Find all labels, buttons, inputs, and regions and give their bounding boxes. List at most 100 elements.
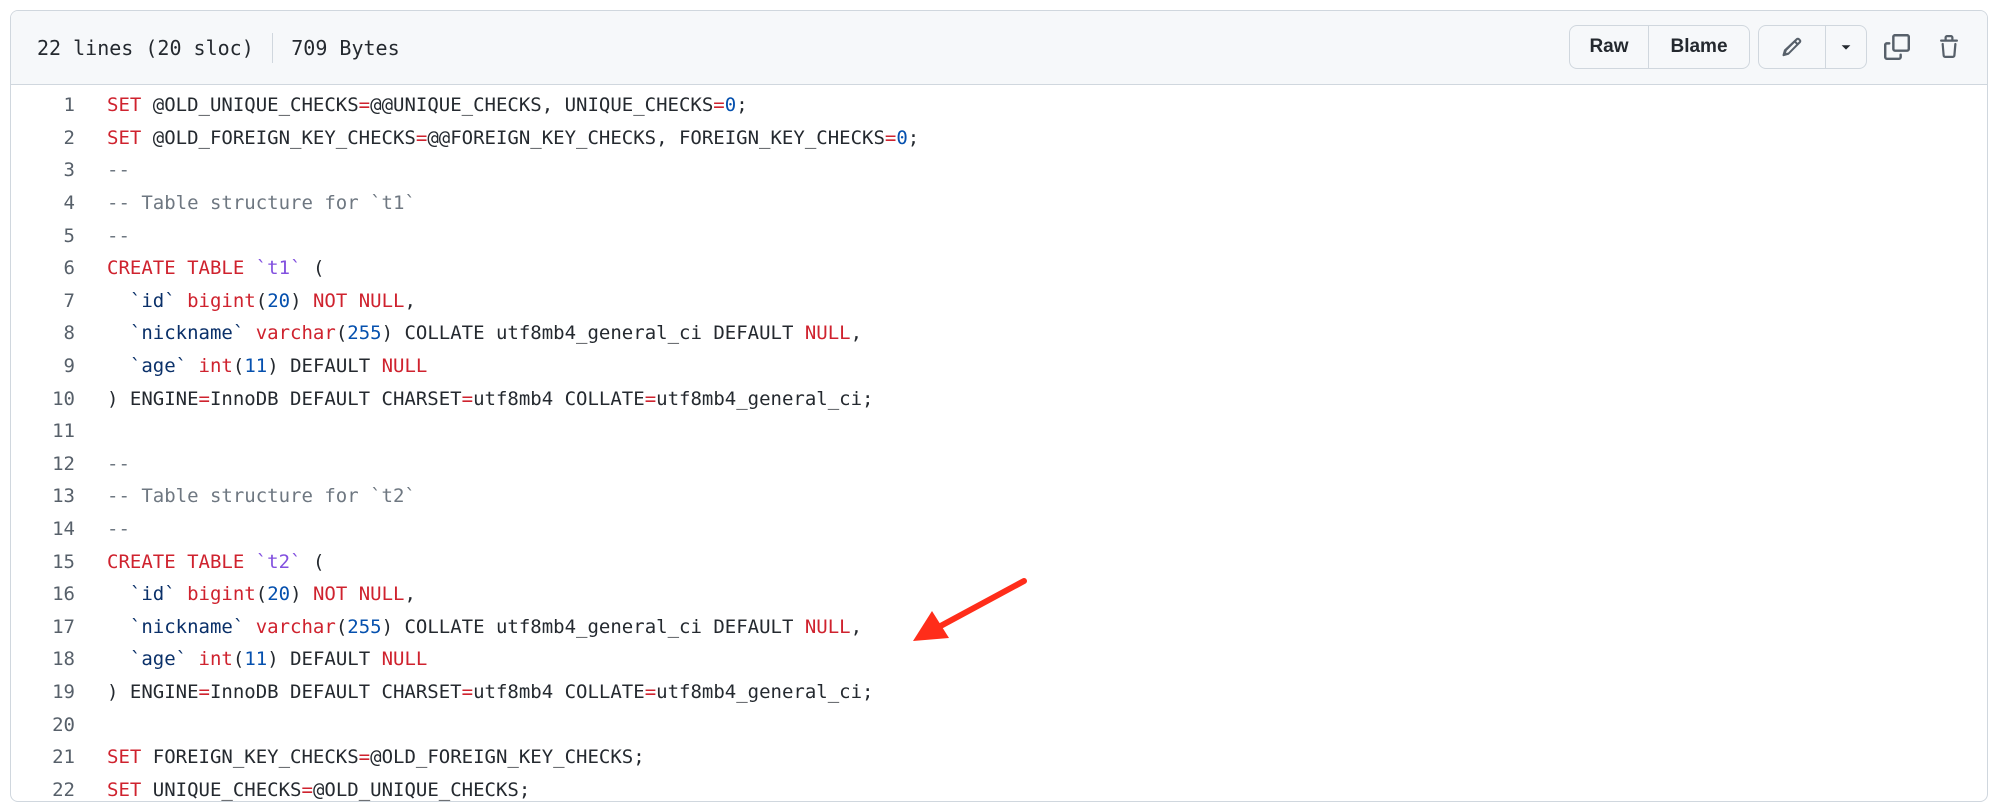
code-line: 2 SET @OLD_FOREIGN_KEY_CHECKS=@@FOREIGN_K…	[11, 122, 1987, 155]
code-text: SET @OLD_UNIQUE_CHECKS=@@UNIQUE_CHECKS, …	[107, 94, 748, 116]
code-token: (	[335, 322, 348, 345]
code-token: =	[358, 94, 371, 117]
code-line: 1 SET @OLD_UNIQUE_CHECKS=@@UNIQUE_CHECKS,…	[11, 89, 1987, 122]
code-token: )	[290, 583, 313, 606]
code-token: -- Table structure for `t2`	[107, 485, 416, 508]
code-text: `age` int(11) DEFAULT NULL	[107, 355, 427, 377]
code-token: CREATE TABLE	[107, 257, 245, 280]
code-token: bigint	[187, 583, 256, 606]
code-token: utf8mb4_general_ci;	[656, 387, 874, 410]
trash-icon	[1940, 35, 1958, 58]
code-text: ) ENGINE=InnoDB DEFAULT CHARSET=utf8mb4 …	[107, 681, 873, 703]
line-number[interactable]: 9	[11, 355, 75, 377]
code-line: 3 --	[11, 154, 1987, 187]
code-token: utf8mb4 COLLATE	[473, 680, 645, 703]
code-token: ;	[736, 94, 748, 117]
line-number[interactable]: 6	[11, 257, 75, 279]
code-line: 14 --	[11, 513, 1987, 546]
code-text: SET @OLD_FOREIGN_KEY_CHECKS=@@FOREIGN_KE…	[107, 127, 919, 149]
code-line: 11	[11, 415, 1987, 448]
line-number[interactable]: 8	[11, 322, 75, 344]
code-token: bigint	[187, 289, 256, 312]
code-token: utf8mb4_general_ci;	[656, 680, 874, 703]
code-token: (	[232, 648, 245, 671]
code-token: -- Table structure for `t1`	[107, 192, 416, 215]
line-number[interactable]: 3	[11, 159, 75, 181]
code-token: ,	[404, 583, 416, 606]
line-number[interactable]: 11	[11, 420, 75, 442]
code-text: `age` int(11) DEFAULT NULL	[107, 648, 427, 670]
code-token: ) DEFAULT	[267, 648, 382, 671]
code-token: `id`	[129, 289, 176, 312]
line-number[interactable]: 15	[11, 551, 75, 573]
code-token: `id`	[129, 583, 176, 606]
code-token: 11	[244, 648, 268, 671]
code-text: `id` bigint(20) NOT NULL,	[107, 583, 416, 605]
code-token: --	[107, 452, 130, 475]
code-text: --	[107, 518, 130, 540]
code-text: CREATE TABLE `t1` (	[107, 257, 324, 279]
line-number[interactable]: 18	[11, 648, 75, 670]
code-token: @OLD_FOREIGN_KEY_CHECKS	[141, 126, 416, 149]
code-token: SET	[107, 778, 142, 801]
code-text: `nickname` varchar(255) COLLATE utf8mb4_…	[107, 616, 862, 638]
code-token: FOREIGN_KEY_CHECKS	[141, 746, 359, 769]
code-text: --	[107, 225, 130, 247]
code-text: -- Table structure for `t2`	[107, 485, 416, 507]
code-text: --	[107, 453, 130, 475]
code-token: int	[198, 648, 233, 671]
raw-button[interactable]: Raw	[1570, 26, 1648, 68]
line-number[interactable]: 19	[11, 681, 75, 703]
code-token: NULL	[381, 355, 428, 378]
line-number[interactable]: 16	[11, 583, 75, 605]
code-token: =	[198, 680, 210, 703]
code-token: 255	[347, 322, 382, 345]
edit-dropdown-button[interactable]	[1825, 26, 1866, 68]
code-line: 20	[11, 708, 1987, 741]
code-token: ,	[850, 615, 863, 638]
code-token: UNIQUE_CHECKS	[141, 778, 302, 801]
line-number[interactable]: 5	[11, 225, 75, 247]
blame-button[interactable]: Blame	[1648, 26, 1749, 68]
code-token: =	[198, 387, 210, 410]
edit-file-button[interactable]	[1759, 26, 1825, 68]
line-number[interactable]: 13	[11, 485, 75, 507]
line-number[interactable]: 1	[11, 94, 75, 116]
code-line: 19) ENGINE=InnoDB DEFAULT CHARSET=utf8mb…	[11, 676, 1987, 709]
code-token: ,	[404, 289, 416, 312]
code-token: ) ENGINE	[107, 680, 199, 703]
code-token: `nickname`	[129, 322, 245, 345]
line-number[interactable]: 2	[11, 127, 75, 149]
line-number[interactable]: 22	[11, 779, 75, 801]
code-token: 0	[724, 94, 737, 117]
code-token: ) COLLATE utf8mb4_general_ci DEFAULT	[381, 615, 805, 638]
line-number[interactable]: 7	[11, 290, 75, 312]
code-token: InnoDB DEFAULT CHARSET	[209, 680, 462, 703]
code-line: 22 SET UNIQUE_CHECKS=@OLD_UNIQUE_CHECKS;	[11, 773, 1987, 801]
code-token: =	[358, 746, 371, 769]
copy-button[interactable]	[1875, 25, 1919, 69]
line-number[interactable]: 20	[11, 714, 75, 736]
line-number[interactable]: 10	[11, 388, 75, 410]
code-token: @@FOREIGN_KEY_CHECKS, FOREIGN_KEY_CHECKS	[427, 126, 885, 149]
code-token: @OLD_UNIQUE_CHECKS;	[312, 778, 531, 801]
line-number[interactable]: 12	[11, 453, 75, 475]
edit-button-group	[1758, 25, 1867, 69]
line-number[interactable]: 4	[11, 192, 75, 214]
code-token: 255	[347, 615, 382, 638]
line-number[interactable]: 17	[11, 616, 75, 638]
code-token: =	[884, 126, 897, 149]
line-number[interactable]: 21	[11, 746, 75, 768]
code-token: =	[461, 680, 474, 703]
code-text: SET FOREIGN_KEY_CHECKS=@OLD_FOREIGN_KEY_…	[107, 746, 645, 768]
code-line: 4 -- Table structure for `t1`	[11, 187, 1987, 220]
line-number[interactable]: 14	[11, 518, 75, 540]
delete-button[interactable]	[1927, 25, 1971, 69]
code-line: 10) ENGINE=InnoDB DEFAULT CHARSET=utf8mb…	[11, 382, 1987, 415]
code-token: NOT NULL	[312, 289, 405, 312]
